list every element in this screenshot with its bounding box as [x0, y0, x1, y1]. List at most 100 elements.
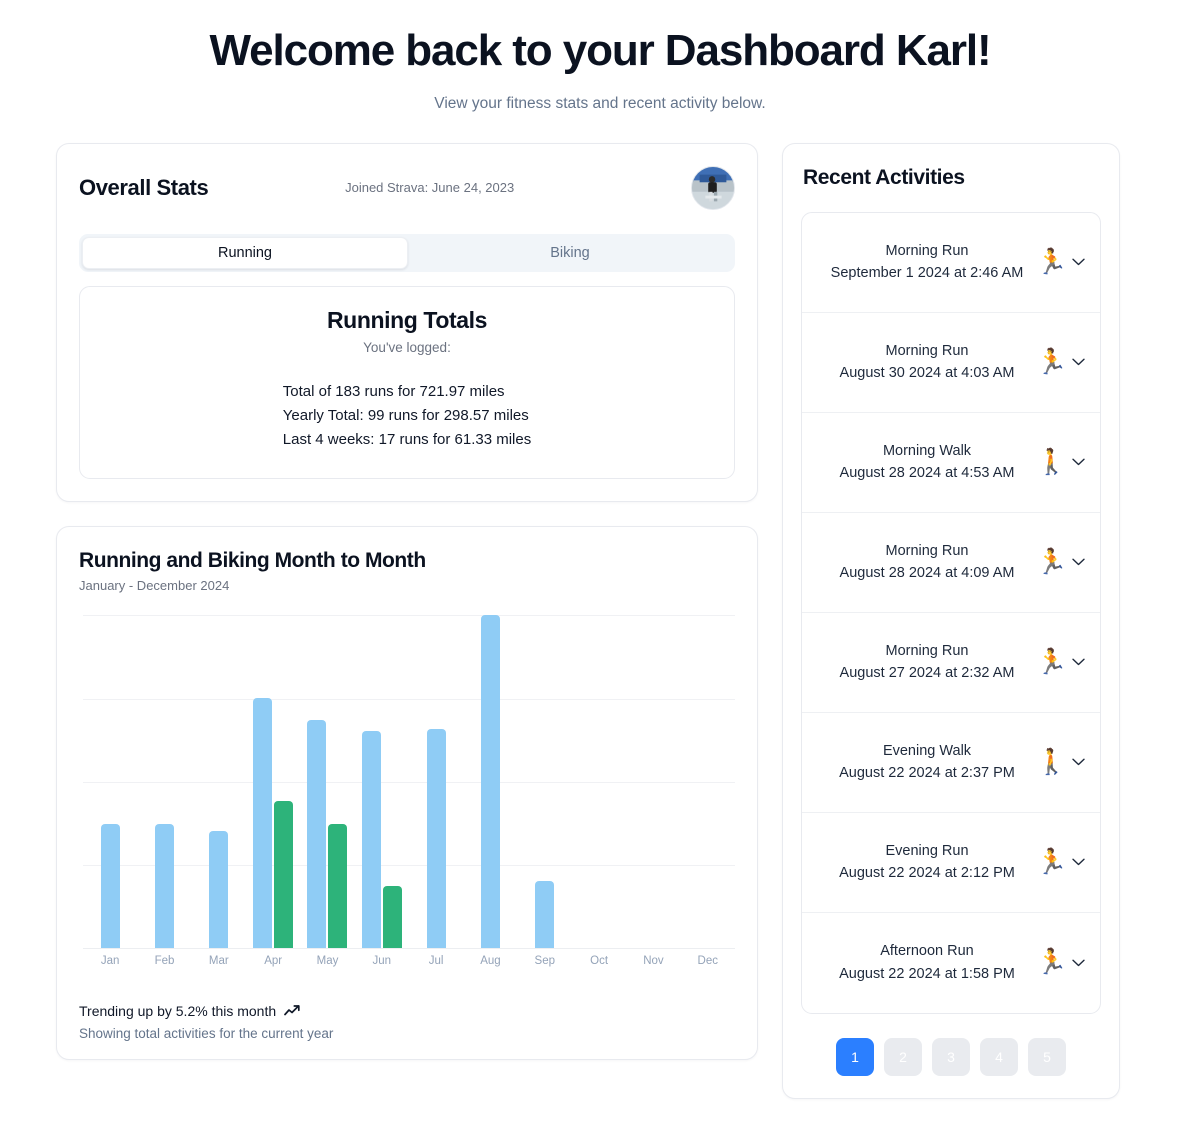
x-tick-mar: Mar: [208, 954, 229, 967]
x-tick-nov: Nov: [643, 954, 664, 967]
chart-month-apr: [246, 615, 300, 948]
overall-stats-header: Overall Stats Joined Strava: June 24, 20…: [79, 165, 735, 214]
page-button-5[interactable]: 5: [1028, 1037, 1066, 1076]
page-button-2[interactable]: 2: [884, 1037, 922, 1076]
page-button-1[interactable]: 1: [836, 1037, 874, 1076]
chevron-down-icon[interactable]: [1068, 358, 1088, 366]
chevron-down-icon[interactable]: [1068, 658, 1088, 666]
activity-name: Morning Walk: [882, 442, 972, 459]
walking-icon: 🚶: [1036, 747, 1068, 776]
page-header: Welcome back to your Dashboard Karl! Vie…: [0, 0, 1200, 113]
activity-item[interactable]: Morning Run September 1 2024 at 2:46 AM 🏃: [802, 213, 1100, 313]
tab-running[interactable]: Running: [82, 236, 408, 269]
running-icon: 🏃: [1036, 948, 1068, 977]
chart-note: Showing total activities for the current…: [79, 1025, 334, 1041]
activity-date: August 22 2024 at 2:37 PM: [839, 765, 1015, 782]
activity-text: Morning Run August 28 2024 at 4:09 AM: [812, 540, 1042, 585]
chart-area: Jan Feb Mar Apr May Jun Jul Aug Sep Oct Nov Dec: [79, 614, 735, 967]
bar-running-aug: [480, 614, 500, 948]
overall-stats-card: Overall Stats Joined Strava: June 24, 20…: [56, 142, 758, 502]
x-tick-oct: Oct: [590, 954, 609, 967]
chart-month-oct: [572, 615, 626, 948]
activity-text: Evening Walk August 22 2024 at 2:37 PM: [812, 740, 1042, 785]
activity-date: August 30 2024 at 4:03 AM: [839, 365, 1015, 382]
chevron-down-icon[interactable]: [1068, 458, 1088, 466]
right-column: Recent Activities Morning Run September 1…: [782, 142, 1120, 1099]
activity-name: Morning Run: [885, 542, 969, 559]
activity-date: September 1 2024 at 2:46 AM: [830, 265, 1024, 282]
chevron-down-icon[interactable]: [1068, 959, 1088, 967]
chart-footer: Trending up by 5.2% this month Showing t…: [79, 1003, 735, 1041]
dashboard-content: Overall Stats Joined Strava: June 24, 20…: [0, 113, 1200, 1099]
x-tick-jan: Jan: [100, 954, 120, 967]
user-photo-avatar: [692, 166, 734, 209]
chart-month-sep: [518, 615, 572, 948]
pagination[interactable]: 12345: [801, 1037, 1101, 1076]
x-tick-aug: Aug: [480, 954, 501, 967]
activity-date: August 22 2024 at 2:12 PM: [839, 865, 1015, 882]
activity-date: August 28 2024 at 4:09 AM: [839, 565, 1015, 582]
activity-text: Morning Run August 30 2024 at 4:03 AM: [812, 340, 1042, 385]
tab-biking[interactable]: Biking: [408, 237, 732, 269]
month-to-month-chart-card: Running and Biking Month to Month Januar…: [56, 525, 758, 1060]
bar-biking-apr: [274, 801, 294, 948]
chart-month-jun: [355, 615, 409, 948]
avatar[interactable]: [691, 165, 735, 210]
running-totals-lines: Total of 183 runs for 721.97 miles Yearl…: [283, 380, 531, 452]
trending-up-icon: [284, 1004, 301, 1017]
x-tick-apr: Apr: [264, 954, 283, 967]
running-icon: 🏃: [1036, 647, 1068, 676]
activity-name: Morning Run: [885, 642, 969, 659]
chevron-down-icon[interactable]: [1068, 858, 1088, 866]
bar-biking-jun: [382, 886, 402, 948]
chart-month-nov: [626, 615, 680, 948]
activity-item[interactable]: Evening Walk August 22 2024 at 2:37 PM 🚶: [802, 713, 1100, 813]
x-tick-may: May: [316, 954, 339, 967]
bar-biking-may: [328, 824, 348, 948]
bar-running-jun: [361, 731, 381, 948]
chevron-down-icon[interactable]: [1068, 758, 1088, 766]
activity-date: August 22 2024 at 1:58 PM: [839, 965, 1015, 982]
activity-item[interactable]: Morning Run August 30 2024 at 4:03 AM 🏃: [802, 313, 1100, 413]
running-totals-box: Running Totals You've logged: Total of 1…: [79, 285, 735, 479]
chart-title: Running and Biking Month to Month: [79, 548, 426, 572]
activity-item[interactable]: Morning Run August 27 2024 at 2:32 AM 🏃: [802, 613, 1100, 713]
page-subtitle: View your fitness stats and recent activ…: [434, 94, 766, 112]
x-tick-jun: Jun: [372, 954, 392, 967]
bar-running-may: [307, 719, 327, 948]
x-tick-sep: Sep: [534, 954, 556, 967]
activity-name: Afternoon Run: [880, 943, 974, 960]
chevron-down-icon[interactable]: [1068, 558, 1088, 566]
activity-name: Morning Run: [885, 242, 969, 259]
page-button-4[interactable]: 4: [980, 1037, 1018, 1076]
chart-plot: [83, 614, 735, 949]
activity-item[interactable]: Evening Run August 22 2024 at 2:12 PM 🏃: [802, 813, 1100, 913]
dashboard-page: Welcome back to your Dashboard Karl! Vie…: [0, 0, 1200, 1099]
activity-text: Afternoon Run August 22 2024 at 1:58 PM: [812, 940, 1042, 985]
activity-text: Evening Run August 22 2024 at 2:12 PM: [812, 840, 1042, 885]
bar-running-apr: [253, 697, 273, 948]
chart-month-jan: [83, 615, 137, 948]
activity-item[interactable]: Afternoon Run August 22 2024 at 1:58 PM 🏃: [802, 913, 1100, 1013]
chart-month-jul: [409, 615, 463, 948]
activity-date: August 28 2024 at 4:53 AM: [839, 465, 1015, 482]
running-totals-subtitle: You've logged:: [363, 339, 451, 355]
totals-line-total: Total of 183 runs for 721.97 miles: [282, 382, 505, 400]
page-title: Welcome back to your Dashboard Karl!: [209, 26, 991, 75]
activity-text: Morning Run August 27 2024 at 2:32 AM: [812, 640, 1042, 685]
recent-activities-card: Recent Activities Morning Run September 1…: [782, 142, 1120, 1099]
chevron-down-icon[interactable]: [1068, 258, 1088, 266]
left-column: Overall Stats Joined Strava: June 24, 20…: [56, 142, 758, 1060]
activity-date: August 27 2024 at 2:32 AM: [839, 665, 1015, 682]
totals-line-yearly: Yearly Total: 99 runs for 298.57 miles: [282, 406, 529, 424]
bar-running-mar: [209, 831, 229, 948]
running-icon: 🏃: [1036, 247, 1068, 276]
page-button-3[interactable]: 3: [932, 1037, 970, 1076]
totals-line-last4weeks: Last 4 weeks: 17 runs for 61.33 miles: [282, 430, 532, 448]
bar-running-sep: [535, 881, 555, 948]
chart-subtitle: January - December 2024: [79, 577, 230, 593]
activity-item[interactable]: Morning Run August 28 2024 at 4:09 AM 🏃: [802, 513, 1100, 613]
stats-tabs[interactable]: Running Biking: [79, 233, 735, 272]
activity-item[interactable]: Morning Walk August 28 2024 at 4:53 AM 🚶: [802, 413, 1100, 513]
chart-month-aug: [463, 614, 517, 948]
